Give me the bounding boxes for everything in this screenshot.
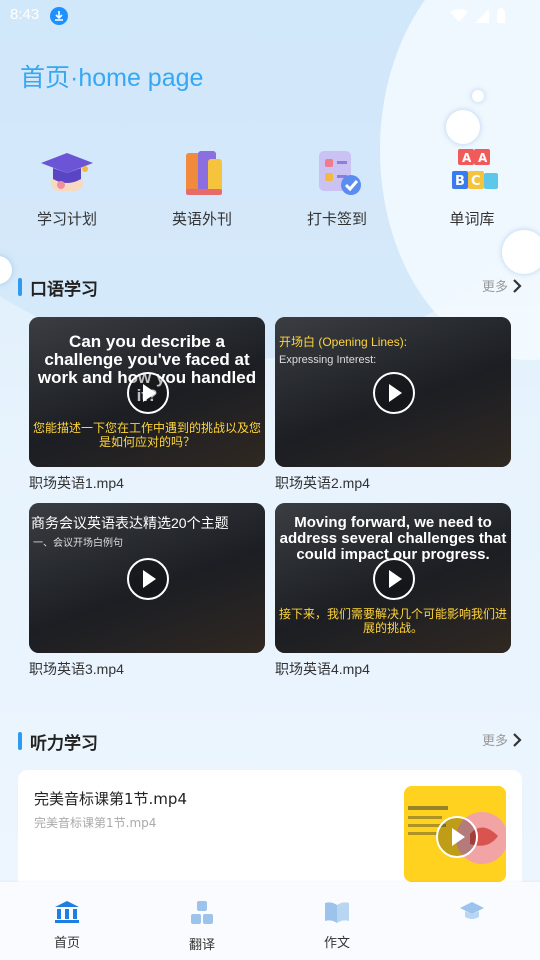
listening-section-header: 听力学习 更多: [18, 728, 522, 754]
video-thumbnail: Moving forward, we need to address sever…: [275, 503, 511, 653]
speaking-more-button[interactable]: 更多: [482, 276, 522, 295]
video-card[interactable]: 开场白 (Opening Lines): Expressing Interest…: [275, 317, 511, 493]
video-name: 职场英语4.mp4: [275, 661, 370, 677]
listening-thumbnail: [404, 786, 506, 882]
books-icon: [172, 145, 232, 201]
video-card[interactable]: Can you describe a challenge you've face…: [29, 317, 265, 493]
quick-action-word-bank[interactable]: A A B C 单词库: [417, 145, 527, 229]
open-book-icon: [325, 902, 349, 923]
section-title: 听力学习: [30, 734, 98, 754]
download-icon: [50, 7, 68, 25]
quick-action-checkin[interactable]: 打卡签到: [282, 145, 392, 229]
listening-item-subtitle: 完美音标课第1节.mp4: [34, 816, 157, 830]
page-title: 首页·home page: [20, 64, 204, 92]
graduation-cap-icon: [460, 902, 484, 919]
video-caption-en: Moving forward, we need to address sever…: [279, 514, 507, 563]
battery-icon: [497, 8, 505, 23]
svg-text:B: B: [455, 174, 465, 189]
bank-icon: [55, 901, 79, 923]
wifi-icon: [450, 9, 468, 22]
chevron-right-icon: [513, 278, 522, 293]
more-label: 更多: [481, 734, 508, 749]
tab-home[interactable]: 首页: [27, 900, 107, 951]
quick-action-label: 打卡签到: [306, 210, 367, 228]
svg-text:A: A: [462, 151, 472, 165]
section-accent-bar: [18, 732, 22, 750]
abc-icon: [191, 901, 213, 924]
play-icon[interactable]: [127, 558, 169, 600]
status-time: 8:43: [10, 6, 40, 23]
video-thumbnail: 商务会议英语表达精选20个主题 一、会议开场白例句: [29, 503, 265, 653]
abc-blocks-icon: A A B C: [442, 145, 502, 201]
video-thumbnail: 开场白 (Opening Lines): Expressing Interest…: [275, 317, 511, 467]
play-icon[interactable]: [373, 558, 415, 600]
decor-bubble: [446, 110, 480, 144]
video-name: 职场英语3.mp4: [29, 661, 124, 677]
video-caption-cn: 开场白 (Opening Lines):: [279, 335, 408, 349]
decor-bubble: [502, 230, 540, 274]
bottom-tab-bar: 首页 翻译 作文: [0, 882, 540, 960]
quick-action-label: 单词库: [449, 210, 495, 228]
video-name: 职场英语1.mp4: [29, 475, 124, 491]
tab-profile[interactable]: [432, 900, 512, 932]
tab-translate[interactable]: 翻译: [162, 900, 242, 953]
listening-item-card[interactable]: 完美音标课第1节.mp4 完美音标课第1节.mp4: [18, 770, 522, 900]
video-card[interactable]: Moving forward, we need to address sever…: [275, 503, 511, 679]
video-thumbnail: Can you describe a challenge you've face…: [29, 317, 265, 467]
quick-action-magazine[interactable]: 英语外刊: [147, 145, 257, 229]
video-name: 职场英语2.mp4: [275, 475, 370, 491]
tab-composition[interactable]: 作文: [297, 900, 377, 951]
video-caption-cn: 商务会议英语表达精选20个主题: [31, 515, 229, 531]
listening-item-title: 完美音标课第1节.mp4: [34, 790, 187, 808]
tab-label: 翻译: [188, 938, 215, 953]
more-label: 更多: [481, 280, 508, 295]
graduation-cap-icon: [37, 145, 97, 201]
quick-action-label: 英语外刊: [171, 210, 232, 228]
play-icon[interactable]: [436, 816, 478, 858]
tab-label: 首页: [53, 936, 80, 951]
video-caption-cn: 接下来，我们需要解决几个可能影响我们进展的挑战。: [278, 607, 507, 635]
tab-label: 作文: [323, 936, 350, 951]
chevron-right-icon: [513, 732, 522, 747]
quick-action-label: 学习计划: [36, 210, 97, 228]
section-accent-bar: [18, 278, 22, 296]
svg-text:C: C: [471, 174, 481, 189]
video-caption-cn: 您能描述一下您在工作中遇到的挑战以及您是如何应对的吗？: [32, 421, 261, 449]
video-caption-sub: 一、会议开场白例句: [33, 538, 123, 549]
video-caption-en: Expressing Interest:: [279, 354, 377, 366]
decor-bubble: [472, 90, 484, 102]
quick-action-study-plan[interactable]: 学习计划: [12, 145, 122, 229]
quick-actions: 学习计划 英语外刊 打卡签到 A A B C 单词库: [0, 145, 540, 235]
speaking-section-header: 口语学习 更多: [18, 274, 522, 300]
section-title: 口语学习: [30, 280, 98, 300]
status-bar: 8:43: [0, 0, 540, 32]
signal-icon: [475, 9, 489, 23]
checklist-icon: [307, 145, 367, 201]
svg-text:A: A: [478, 151, 488, 165]
listening-more-button[interactable]: 更多: [482, 730, 522, 749]
video-card[interactable]: 商务会议英语表达精选20个主题 一、会议开场白例句 职场英语3.mp4: [29, 503, 265, 679]
play-icon[interactable]: [127, 372, 169, 414]
play-icon[interactable]: [373, 372, 415, 414]
